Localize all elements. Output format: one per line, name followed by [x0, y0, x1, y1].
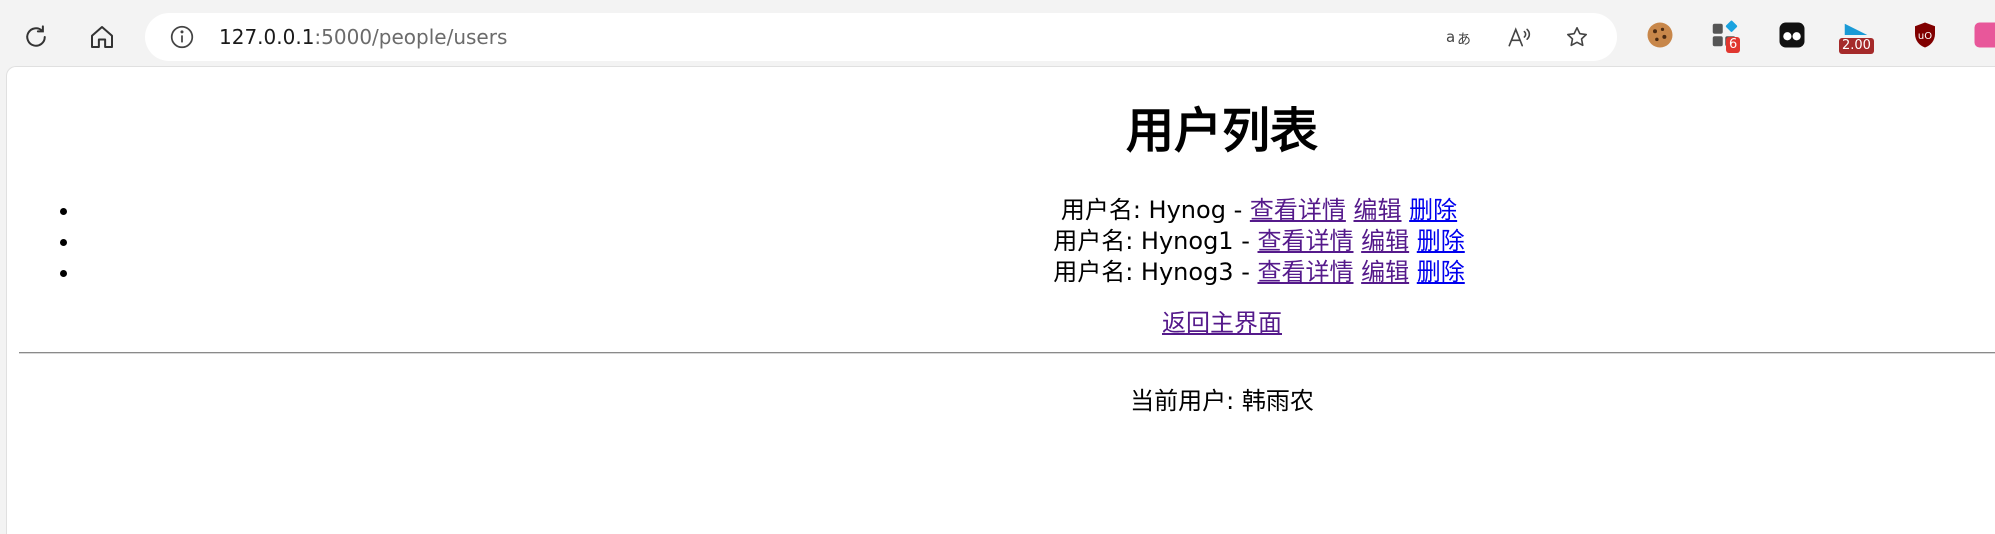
svg-text:あ: あ [1457, 32, 1471, 48]
favorite-button[interactable] [1562, 22, 1592, 52]
read-aloud-button[interactable] [1504, 22, 1534, 52]
star-icon [1564, 24, 1590, 50]
home-button[interactable] [80, 15, 124, 59]
reload-icon [21, 22, 51, 52]
user-list: 用户名: Hynog - 查看详情 编辑 删除 用户名: Hynog1 - 查看… [7, 195, 1995, 288]
view-details-link[interactable]: 查看详情 [1250, 196, 1346, 224]
url-host: 127.0.0.1 [219, 25, 314, 49]
extension-glasses-button[interactable] [1775, 18, 1809, 52]
user-name-text: 用户名: Hynog - [1061, 196, 1250, 224]
extension-speed-button[interactable]: 2.00 [1839, 18, 1873, 52]
back-to-home-link[interactable]: 返回主界面 [1162, 309, 1282, 337]
edit-link[interactable]: 编辑 [1361, 227, 1409, 255]
view-details-link[interactable]: 查看详情 [1258, 227, 1354, 255]
extension-apps-badge: 6 [1726, 37, 1740, 53]
site-info-icon[interactable] [169, 24, 195, 50]
reload-button[interactable] [14, 15, 58, 59]
user-name-text: 用户名: Hynog3 - [1053, 258, 1257, 286]
url-path: :5000/people/users [314, 25, 507, 49]
delete-link[interactable]: 删除 [1409, 196, 1457, 224]
user-list-item: 用户名: Hynog3 - 查看详情 编辑 删除 [81, 257, 1995, 288]
read-aloud-icon [1506, 24, 1532, 50]
edit-link[interactable]: 编辑 [1361, 258, 1409, 286]
glasses-icon [1777, 20, 1807, 50]
extension-pink-button[interactable] [1972, 18, 1995, 52]
delete-link[interactable]: 删除 [1417, 227, 1465, 255]
home-icon [87, 22, 117, 52]
back-link-container: 返回主界面 [7, 307, 1995, 339]
delete-link[interactable]: 删除 [1417, 258, 1465, 286]
horizontal-divider [19, 352, 1995, 354]
user-list-item: 用户名: Hynog - 查看详情 编辑 删除 [81, 195, 1995, 226]
cookie-icon [1645, 20, 1675, 50]
extension-apps-button[interactable]: 6 [1707, 18, 1741, 52]
address-bar[interactable]: 127.0.0.1:5000/people/users a あ [145, 13, 1617, 61]
translate-button[interactable]: a あ [1445, 22, 1475, 52]
page-title: 用户列表 [7, 101, 1995, 161]
url-text[interactable]: 127.0.0.1:5000/people/users [219, 13, 507, 61]
browser-toolbar: 127.0.0.1:5000/people/users a あ [0, 0, 1995, 66]
translate-icon: a あ [1445, 25, 1475, 49]
user-list-item: 用户名: Hynog1 - 查看详情 编辑 删除 [81, 226, 1995, 257]
svg-text:uO: uO [1918, 31, 1932, 42]
ublock-shield-icon: uO [1910, 20, 1940, 50]
edit-link[interactable]: 编辑 [1354, 196, 1402, 224]
current-user-text: 当前用户: 韩雨农 [7, 385, 1995, 417]
svg-text:a: a [1446, 28, 1455, 46]
extension-speed-badge: 2.00 [1839, 38, 1874, 54]
view-details-link[interactable]: 查看详情 [1258, 258, 1354, 286]
extension-ublock-button[interactable]: uO [1908, 18, 1942, 52]
pink-extension-icon [1972, 20, 1995, 50]
user-name-text: 用户名: Hynog1 - [1053, 227, 1257, 255]
page-viewport: 用户列表 用户名: Hynog - 查看详情 编辑 删除 用户名: Hynog1… [6, 66, 1995, 534]
extension-cookie-button[interactable] [1643, 18, 1677, 52]
